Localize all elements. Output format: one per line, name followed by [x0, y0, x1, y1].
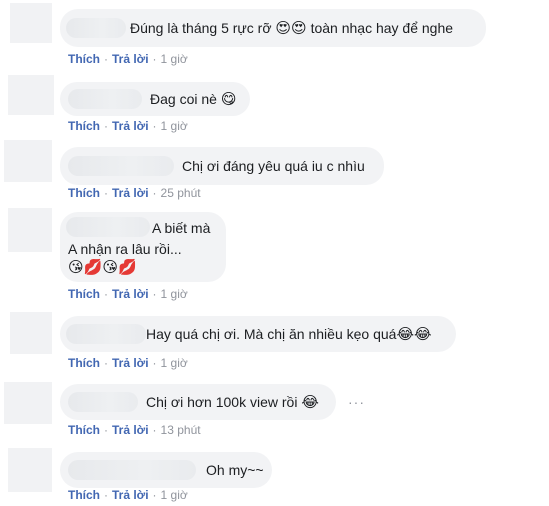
comment-text: Chị ơi đáng yêu quá iu c nhìu — [182, 158, 365, 174]
avatar[interactable] — [8, 208, 52, 252]
avatar[interactable] — [8, 448, 52, 492]
comment-bubble: Đag coi nè 😋 — [60, 82, 250, 116]
comment-bubble: Đúng là tháng 5 rực rỡ 😍😍 toàn nhạc hay … — [60, 9, 486, 47]
timestamp[interactable]: 25 phút — [161, 186, 201, 200]
blurred-username — [66, 18, 126, 38]
blurred-username — [66, 324, 146, 344]
comment-text: Hay quá chị ơi. Mà chị ăn nhiều kẹo quá😂… — [146, 326, 432, 343]
comment-text: Oh my~~ — [206, 462, 264, 478]
like-link[interactable]: Thích — [68, 356, 100, 370]
reply-link[interactable]: Trả lời — [112, 356, 149, 370]
comment-actions: Thích · Trả lời · 1 giờ — [68, 119, 188, 133]
avatar[interactable] — [10, 312, 52, 354]
comment-text: Đag coi nè 😋 — [150, 91, 237, 108]
heart-eyes-emoji: 😍😍 — [275, 20, 307, 37]
comment-bubble: Chị ơi đáng yêu quá iu c nhìu — [60, 147, 384, 185]
avatar[interactable] — [4, 382, 52, 424]
avatar[interactable] — [4, 140, 52, 182]
comment-text-line2: A nhận ra lâu rồi... — [68, 241, 182, 257]
blurred-username — [66, 217, 150, 237]
comment-bubble: Chị ơi hơn 100k view rồi 😂 — [60, 384, 336, 420]
timestamp[interactable]: 1 giờ — [161, 356, 188, 370]
like-link[interactable]: Thích — [68, 52, 100, 66]
reply-link[interactable]: Trả lời — [112, 488, 149, 502]
avatar[interactable] — [8, 75, 54, 115]
comment-actions: Thích · Trả lời · 25 phút — [68, 186, 201, 200]
like-link[interactable]: Thích — [68, 186, 100, 200]
comment-actions: Thích · Trả lời · 1 giờ — [68, 287, 188, 301]
comment-actions: Thích · Trả lời · 1 giờ — [68, 52, 188, 66]
reply-link[interactable]: Trả lời — [112, 52, 149, 66]
blurred-username — [68, 392, 138, 412]
tears-of-joy-emoji: 😂😂 — [396, 326, 432, 343]
yum-emoji: 😋 — [220, 91, 237, 108]
comment-text: Chị ơi hơn 100k view rồi 😂 — [146, 394, 319, 411]
timestamp[interactable]: 13 phút — [161, 423, 201, 437]
kiss-emoji: 😘💋😘💋 — [68, 259, 137, 276]
blurred-username — [68, 460, 196, 480]
comment-actions: Thích · Trả lời · 1 giờ — [68, 488, 188, 502]
like-link[interactable]: Thích — [68, 423, 100, 437]
more-options-icon[interactable]: ··· — [348, 394, 365, 410]
comment-text-line1: A biết mà — [152, 220, 211, 236]
like-link[interactable]: Thích — [68, 287, 100, 301]
like-link[interactable]: Thích — [68, 119, 100, 133]
reply-link[interactable]: Trả lời — [112, 287, 149, 301]
comment-actions: Thích · Trả lời · 1 giờ — [68, 356, 188, 370]
timestamp[interactable]: 1 giờ — [161, 287, 188, 301]
reply-link[interactable]: Trả lời — [112, 119, 149, 133]
comment-actions: Thích · Trả lời · 13 phút — [68, 423, 201, 437]
reply-link[interactable]: Trả lời — [112, 423, 149, 437]
avatar[interactable] — [10, 3, 52, 43]
comment-text: Đúng là tháng 5 rực rỡ 😍😍 toàn nhạc hay … — [130, 20, 454, 37]
comment-bubble: Oh my~~ — [60, 452, 272, 488]
timestamp[interactable]: 1 giờ — [161, 488, 188, 502]
timestamp[interactable]: 1 giờ — [161, 52, 188, 66]
comment-bubble: A biết mà A nhận ra lâu rồi... 😘💋😘💋 — [60, 212, 226, 282]
blurred-username — [68, 156, 174, 176]
tears-of-joy-emoji: 😂 — [301, 394, 319, 411]
blurred-username — [68, 89, 142, 109]
like-link[interactable]: Thích — [68, 488, 100, 502]
timestamp[interactable]: 1 giờ — [161, 119, 188, 133]
reply-link[interactable]: Trả lời — [112, 186, 149, 200]
comment-bubble: Hay quá chị ơi. Mà chị ăn nhiều kẹo quá😂… — [60, 316, 456, 352]
